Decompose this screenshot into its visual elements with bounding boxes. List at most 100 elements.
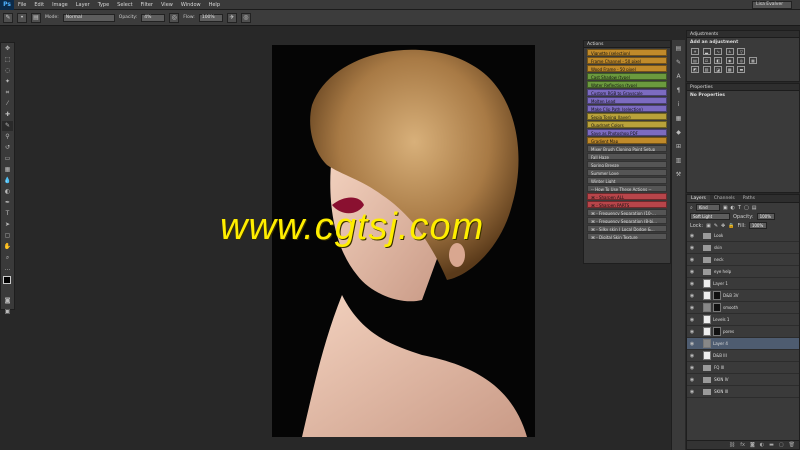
- black-white-icon[interactable]: ◧: [714, 57, 723, 64]
- quick-select-tool-icon[interactable]: ✦: [2, 77, 13, 87]
- layer-opacity-field[interactable]: 100%: [756, 213, 775, 220]
- color-lookup-icon[interactable]: ▦: [748, 57, 757, 64]
- layer-row[interactable]: ◉ D&B III: [687, 350, 799, 362]
- layer-style-icon[interactable]: fx: [740, 442, 745, 448]
- airbrush-icon[interactable]: ✈: [226, 12, 237, 23]
- exposure-icon[interactable]: ±: [725, 48, 734, 55]
- filter-adjust-icon[interactable]: ◐: [731, 205, 735, 211]
- color-swatches[interactable]: [3, 276, 15, 294]
- layer-row[interactable]: ◉ FQ III: [687, 362, 799, 374]
- layer-row[interactable]: ◉ Look: [687, 230, 799, 242]
- layer-row[interactable]: ◉ SKIN III: [687, 386, 799, 398]
- visibility-eye-icon[interactable]: ◉: [687, 257, 697, 263]
- filter-type-icon[interactable]: T: [738, 205, 741, 211]
- layer-fill-field[interactable]: 100%: [748, 222, 767, 229]
- hue-saturation-icon[interactable]: ▤: [691, 57, 699, 64]
- zoom-tool-icon[interactable]: ⌕: [2, 253, 13, 263]
- visibility-eye-icon[interactable]: ◉: [687, 353, 697, 359]
- brush-panel-icon[interactable]: ▤: [31, 12, 41, 23]
- action-item[interactable]: Sepia Toning (layer): [587, 113, 667, 120]
- action-item[interactable]: Mixer Brush Cloning Paint Setup: [587, 145, 667, 152]
- visibility-eye-icon[interactable]: ◉: [687, 329, 697, 335]
- action-item[interactable]: Fall Haze: [587, 153, 667, 160]
- blend-mode-select[interactable]: Soft Light: [690, 213, 730, 220]
- layer-row[interactable]: ◉ D&B 3V: [687, 290, 799, 302]
- eyedropper-tool-icon[interactable]: ⁄: [2, 99, 13, 109]
- layer-row[interactable]: ◉ neck: [687, 254, 799, 266]
- add-mask-icon[interactable]: ◙: [750, 442, 755, 448]
- eraser-tool-icon[interactable]: ▭: [2, 154, 13, 164]
- extra-tools-icon[interactable]: …: [2, 264, 13, 274]
- action-item[interactable]: Molten Lead: [587, 97, 667, 104]
- layer-row[interactable]: ◉ Levels 1: [687, 314, 799, 326]
- delete-layer-icon[interactable]: 🗑: [789, 442, 795, 448]
- info-icon[interactable]: i: [674, 100, 684, 110]
- visibility-eye-icon[interactable]: ◉: [687, 233, 697, 239]
- visibility-eye-icon[interactable]: ◉: [687, 281, 697, 287]
- visibility-eye-icon[interactable]: ◉: [687, 377, 697, 383]
- visibility-eye-icon[interactable]: ◉: [687, 365, 697, 371]
- action-item[interactable]: Gradient Map: [587, 137, 667, 144]
- action-item[interactable]: Save as Photoshop PDF: [587, 129, 667, 136]
- action-item[interactable]: ⌘ - Sharpen ALL: [587, 193, 667, 200]
- menu-filter[interactable]: Filter: [137, 2, 157, 8]
- pen-tool-icon[interactable]: ✒: [2, 198, 13, 208]
- layer-row[interactable]: ◉ smooth: [687, 302, 799, 314]
- character-icon[interactable]: A: [674, 72, 684, 82]
- brush-presets-icon[interactable]: ✎: [674, 58, 684, 68]
- menu-help[interactable]: Help: [205, 2, 224, 8]
- screen-mode-icon[interactable]: ▣: [2, 307, 13, 317]
- tool-presets-icon[interactable]: ⚒: [674, 170, 684, 180]
- action-item[interactable]: Winter Light: [587, 177, 667, 184]
- tab-channels[interactable]: Channels: [710, 195, 739, 202]
- gradient-map-icon[interactable]: ▬: [737, 66, 746, 73]
- menu-file[interactable]: File: [14, 2, 30, 8]
- brightness-contrast-icon[interactable]: ☀: [691, 48, 699, 55]
- menu-view[interactable]: View: [157, 2, 177, 8]
- posterize-icon[interactable]: ▨: [702, 66, 711, 73]
- action-item[interactable]: Frame Channel - 50 pixel: [587, 57, 667, 64]
- histogram-icon[interactable]: ▥: [674, 156, 684, 166]
- marquee-tool-icon[interactable]: ⬚: [2, 55, 13, 65]
- visibility-eye-icon[interactable]: ◉: [687, 245, 697, 251]
- mode-select[interactable]: Normal: [62, 13, 115, 22]
- layer-row[interactable]: ◉ pores: [687, 326, 799, 338]
- lasso-tool-icon[interactable]: ◌: [2, 66, 13, 76]
- action-item[interactable]: Vignette (selection): [587, 49, 667, 56]
- link-layers-icon[interactable]: ⛓: [729, 442, 735, 448]
- brush-tool-icon[interactable]: ✎: [3, 12, 13, 23]
- filter-pixel-icon[interactable]: ▣: [723, 205, 728, 211]
- action-item[interactable]: Summer Love: [587, 169, 667, 176]
- menu-image[interactable]: Image: [48, 2, 72, 8]
- tab-layers[interactable]: Layers: [687, 195, 710, 202]
- tab-paths[interactable]: Paths: [739, 195, 759, 202]
- menu-type[interactable]: Type: [94, 2, 113, 8]
- layer-mask-thumbnail[interactable]: [713, 303, 721, 312]
- user-dropdown[interactable]: Lisa Evalver: [752, 1, 792, 9]
- blur-tool-icon[interactable]: 💧: [2, 176, 13, 186]
- threshold-icon[interactable]: ◪: [714, 66, 723, 73]
- color-balance-icon[interactable]: ⚖: [702, 57, 711, 64]
- shape-tool-icon[interactable]: ▢: [2, 231, 13, 241]
- path-select-tool-icon[interactable]: ➤: [2, 220, 13, 230]
- visibility-eye-icon[interactable]: ◉: [687, 317, 697, 323]
- action-item[interactable]: Wood Frame - 50 pixel: [587, 65, 667, 72]
- visibility-eye-icon[interactable]: ◉: [687, 389, 697, 395]
- layer-row[interactable]: ◉ SKIN IV: [687, 374, 799, 386]
- levels-icon[interactable]: ▂: [702, 48, 711, 55]
- filter-smart-icon[interactable]: ▤: [752, 205, 757, 211]
- action-item[interactable]: Quadrant Colors: [587, 121, 667, 128]
- dodge-tool-icon[interactable]: ◐: [2, 187, 13, 197]
- pressure-size-icon[interactable]: ◎: [240, 12, 251, 23]
- brush-preset-icon[interactable]: •: [17, 12, 27, 23]
- curves-icon[interactable]: ∿: [714, 48, 723, 55]
- channel-mixer-icon[interactable]: ◎: [737, 57, 746, 64]
- layer-row[interactable]: ◉ Layer 4: [687, 338, 799, 350]
- action-item[interactable]: Make Clip Path (selection): [587, 105, 667, 112]
- hand-tool-icon[interactable]: ✋: [2, 242, 13, 252]
- quick-mask-icon[interactable]: ◙: [2, 296, 13, 306]
- swatches-icon[interactable]: ▦: [674, 114, 684, 124]
- new-layer-icon[interactable]: ▢: [779, 442, 784, 448]
- foreground-color-swatch[interactable]: [3, 276, 11, 284]
- pressure-opacity-icon[interactable]: ◎: [169, 12, 180, 23]
